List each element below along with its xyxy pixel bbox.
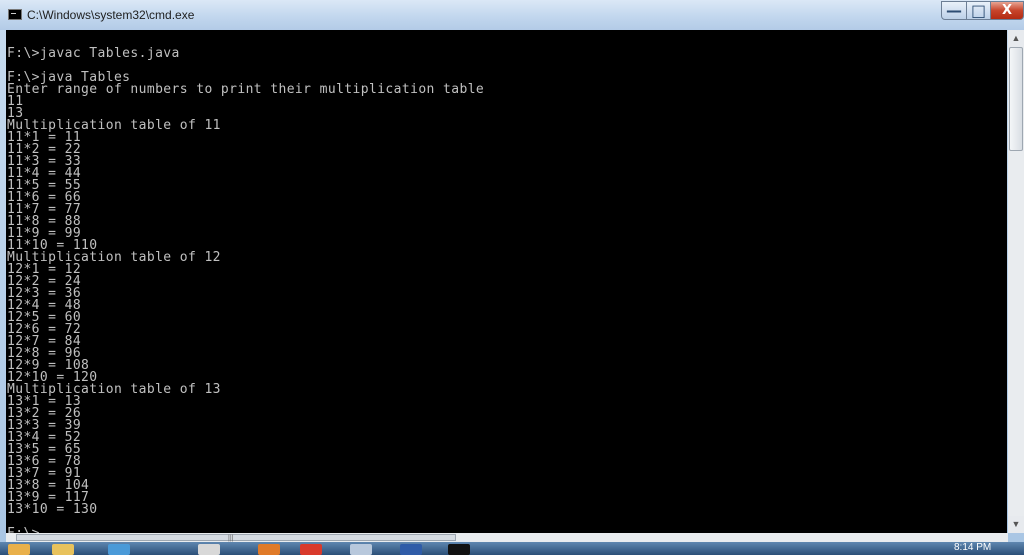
console-line: 11 [7,94,24,109]
window-title: C:\Windows\system32\cmd.exe [27,8,195,22]
cmd-window: C:\Windows\system32\cmd.exe — □ X F:\>ja… [0,0,1024,542]
app-icon[interactable] [350,544,372,555]
console-line: F:\>javac Tables.java [7,46,180,61]
horizontal-scroll-thumb[interactable]: ||| [16,534,456,542]
console-line: 11*6 = 66 [7,190,82,205]
console-text: F:\>javac Tables.java F:\>java Tables Ente… [6,30,1007,533]
vertical-scrollbar[interactable]: ▲ ▼ [1008,30,1024,533]
console-line: 11*8 = 88 [7,214,82,229]
console-line: 12*9 = 108 [7,358,90,373]
console-line: Multiplication table of 13 [7,382,221,397]
cmd-icon[interactable] [448,544,470,555]
word-icon[interactable] [400,544,422,555]
console-line: 13*10 = 130 [7,502,98,517]
console-line: Multiplication table of 12 [7,250,221,265]
tools-icon[interactable] [258,544,280,555]
console-line: 11*2 = 22 [7,142,82,157]
console-line: 13*9 = 117 [7,490,90,505]
console-line: 12*1 = 12 [7,262,82,277]
console-line: 11*3 = 33 [7,154,82,169]
console-line: 11*1 = 11 [7,130,82,145]
console-line: 11*4 = 44 [7,166,82,181]
start-orb-icon[interactable] [8,544,30,555]
clock[interactable]: 8:14 PM [954,542,991,553]
ie-icon[interactable] [108,544,130,555]
vertical-scroll-thumb[interactable] [1009,47,1023,151]
chrome-icon[interactable] [300,544,322,555]
console-line: 12*6 = 72 [7,322,82,337]
console-line: Enter range of numbers to print their mu… [7,82,485,97]
console-line: 12*8 = 96 [7,346,82,361]
maximize-button[interactable]: □ [966,1,991,20]
console-line: Multiplication table of 11 [7,118,221,133]
console-line: 12*5 = 60 [7,310,82,325]
scroll-grip-icon: ||| [228,535,234,542]
console-line: 13*4 = 52 [7,430,82,445]
console-line: 13*2 = 26 [7,406,82,421]
console-line: 12*7 = 84 [7,334,82,349]
console-line: 11*9 = 99 [7,226,82,241]
console-line: 13*3 = 39 [7,418,82,433]
console-line: 12*3 = 36 [7,286,82,301]
console-line: 12*2 = 24 [7,274,82,289]
scroll-up-arrow-icon[interactable]: ▲ [1008,30,1024,47]
folder-icon[interactable] [52,544,74,555]
console-line: 12*4 = 48 [7,298,82,313]
console-line: 13*8 = 104 [7,478,90,493]
minimize-button[interactable]: — [941,1,967,20]
scroll-down-arrow-icon[interactable]: ▼ [1008,516,1024,533]
cmd-icon[interactable] [8,9,22,20]
console-line: 11*7 = 77 [7,202,82,217]
horizontal-scrollbar[interactable]: ||| [6,533,1008,542]
console-line: 13*6 = 78 [7,454,82,469]
close-button[interactable]: X [990,1,1024,20]
title-bar[interactable]: C:\Windows\system32\cmd.exe — □ X [0,0,1024,30]
paint-icon[interactable] [198,544,220,555]
console-line: 13*5 = 65 [7,442,82,457]
taskbar: 8:14 PM [0,542,1024,555]
console-line: 13*7 = 91 [7,466,82,481]
console-line: 11*5 = 55 [7,178,82,193]
console-line: 13*1 = 13 [7,394,82,409]
console-output[interactable]: F:\>javac Tables.java F:\>java Tables Ente… [6,30,1007,533]
